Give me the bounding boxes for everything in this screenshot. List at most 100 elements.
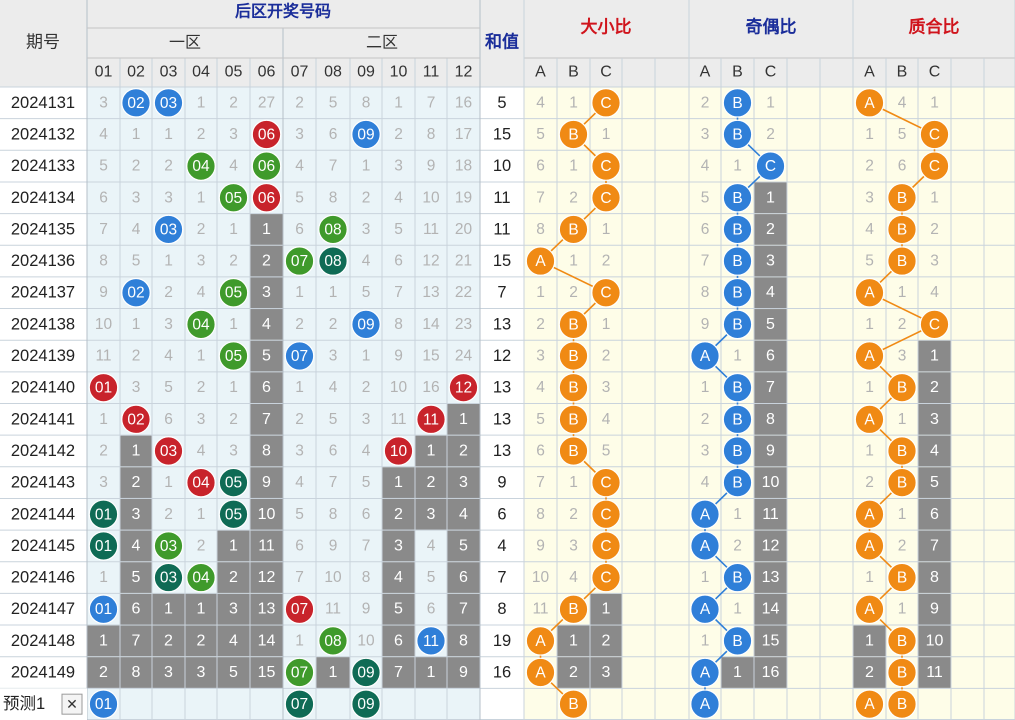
number-miss-count: 11 bbox=[95, 348, 111, 365]
number-cell-text: 6 bbox=[459, 569, 468, 586]
prime-miss-count: 1 bbox=[865, 569, 874, 586]
number-miss-count: 14 bbox=[422, 316, 440, 333]
prime-miss-count: 2 bbox=[898, 537, 907, 554]
number-miss-count: 6 bbox=[427, 601, 436, 618]
period-cell: 2024138 bbox=[11, 315, 75, 333]
number-ball-text: 06 bbox=[258, 190, 275, 207]
number-cell-text: 3 bbox=[197, 664, 206, 681]
number-miss-count: 1 bbox=[229, 379, 238, 396]
prime-ball-text: B bbox=[897, 221, 907, 238]
size-ball-text: A bbox=[535, 633, 546, 650]
number-ball-text: 11 bbox=[423, 633, 439, 650]
number-cell-text: 4 bbox=[262, 316, 271, 333]
number-miss-count: 9 bbox=[362, 601, 371, 618]
parity-miss-count: 2 bbox=[733, 537, 742, 554]
parity-ball-text: B bbox=[732, 475, 742, 492]
sum-cell: 8 bbox=[497, 600, 506, 618]
abc-col-header: B bbox=[732, 64, 743, 81]
number-miss-count: 10 bbox=[390, 379, 408, 396]
number-ball-text: 02 bbox=[127, 95, 144, 112]
size-miss-count: 1 bbox=[569, 253, 578, 270]
number-ball-text: 08 bbox=[324, 633, 341, 650]
prime-ball-text: B bbox=[897, 633, 907, 650]
number-cell-text: 1 bbox=[459, 411, 468, 428]
predict-number-ball-text: 01 bbox=[95, 696, 112, 713]
prime-miss-count: 4 bbox=[930, 284, 939, 301]
size-ball-text: C bbox=[600, 506, 611, 523]
number-miss-count: 5 bbox=[427, 569, 436, 586]
period-cell: 2024149 bbox=[11, 664, 75, 682]
parity-cell-text: 1 bbox=[766, 189, 775, 206]
size-miss-count: 9 bbox=[536, 537, 545, 554]
parity-cell-text: 1 bbox=[733, 664, 742, 681]
number-miss-count: 4 bbox=[329, 379, 338, 396]
number-miss-count: 1 bbox=[197, 94, 206, 111]
size-ball-text: B bbox=[568, 348, 578, 365]
prime-ball-text: A bbox=[864, 601, 875, 618]
size-miss-count: 2 bbox=[569, 284, 578, 301]
number-cell-text: 7 bbox=[459, 601, 468, 618]
number-miss-count: 1 bbox=[99, 411, 108, 428]
size-ball-text: C bbox=[600, 190, 611, 207]
period-cell: 2024143 bbox=[11, 474, 75, 492]
number-cell-text: 1 bbox=[427, 664, 436, 681]
number-ball-text: 04 bbox=[192, 158, 210, 175]
number-cell-text: 3 bbox=[427, 506, 436, 523]
number-miss-count: 16 bbox=[422, 379, 439, 396]
size-miss-count: 3 bbox=[536, 348, 545, 365]
number-miss-count: 3 bbox=[164, 316, 173, 333]
number-miss-count: 2 bbox=[164, 506, 173, 523]
number-cell-text: 9 bbox=[459, 664, 468, 681]
number-miss-count: 3 bbox=[394, 158, 403, 175]
period-cell: 2024134 bbox=[11, 189, 75, 207]
size-miss-count: 4 bbox=[536, 94, 545, 111]
abc-col-header: C bbox=[765, 64, 777, 81]
parity-ball-text: B bbox=[732, 95, 742, 112]
size-ball-text: A bbox=[535, 253, 546, 270]
number-miss-count: 2 bbox=[197, 379, 206, 396]
number-miss-count: 1 bbox=[197, 189, 206, 206]
period-cell: 2024140 bbox=[11, 379, 75, 397]
number-miss-count: 4 bbox=[394, 189, 403, 206]
number-miss-count: 5 bbox=[329, 94, 338, 111]
prime-cell-text: 1 bbox=[865, 632, 874, 649]
number-cell-text: 15 bbox=[258, 664, 276, 681]
parity-ball-text: B bbox=[732, 411, 742, 428]
number-miss-count: 7 bbox=[295, 569, 304, 586]
size-ball-text: C bbox=[600, 570, 611, 587]
prime-cell-text: 3 bbox=[930, 411, 939, 428]
parity-cell-text: 4 bbox=[766, 284, 775, 301]
size-ball-text: B bbox=[568, 126, 578, 143]
number-ball-text: 09 bbox=[357, 665, 374, 682]
prime-cell-text: 10 bbox=[926, 632, 944, 649]
number-miss-count: 2 bbox=[132, 348, 141, 365]
number-col-header: 07 bbox=[291, 64, 309, 81]
size-miss-count: 5 bbox=[536, 411, 545, 428]
number-miss-count: 3 bbox=[329, 348, 338, 365]
number-miss-count: 8 bbox=[329, 506, 338, 523]
number-miss-count: 6 bbox=[99, 189, 108, 206]
size-ball-text: C bbox=[600, 95, 611, 112]
number-cell-text: 11 bbox=[258, 537, 275, 554]
predict-prime-ball-text: A bbox=[864, 696, 875, 713]
number-col-header: 04 bbox=[192, 64, 210, 81]
number-cell-text: 1 bbox=[262, 221, 271, 238]
number-cell-text: 1 bbox=[164, 601, 173, 618]
number-miss-count: 7 bbox=[362, 537, 371, 554]
parity-ball-text: A bbox=[700, 348, 711, 365]
sum-cell: 15 bbox=[493, 252, 511, 270]
prime-cell-text: 7 bbox=[930, 537, 939, 554]
number-cell-text: 1 bbox=[132, 442, 141, 459]
size-cell-text: 3 bbox=[602, 664, 611, 681]
zone2-label: 二区 bbox=[366, 35, 398, 52]
prime-ratio-title: 质合比 bbox=[909, 17, 960, 37]
parity-cell-text: 2 bbox=[766, 221, 775, 238]
number-miss-count: 4 bbox=[99, 126, 108, 143]
parity-miss-count: 1 bbox=[701, 569, 710, 586]
parity-cell-text: 12 bbox=[762, 537, 780, 554]
parity-miss-count: 8 bbox=[701, 284, 710, 301]
number-miss-count: 2 bbox=[329, 316, 338, 333]
number-cell-text: 2 bbox=[262, 253, 271, 270]
number-miss-count: 1 bbox=[99, 569, 108, 586]
number-miss-count: 3 bbox=[164, 189, 173, 206]
